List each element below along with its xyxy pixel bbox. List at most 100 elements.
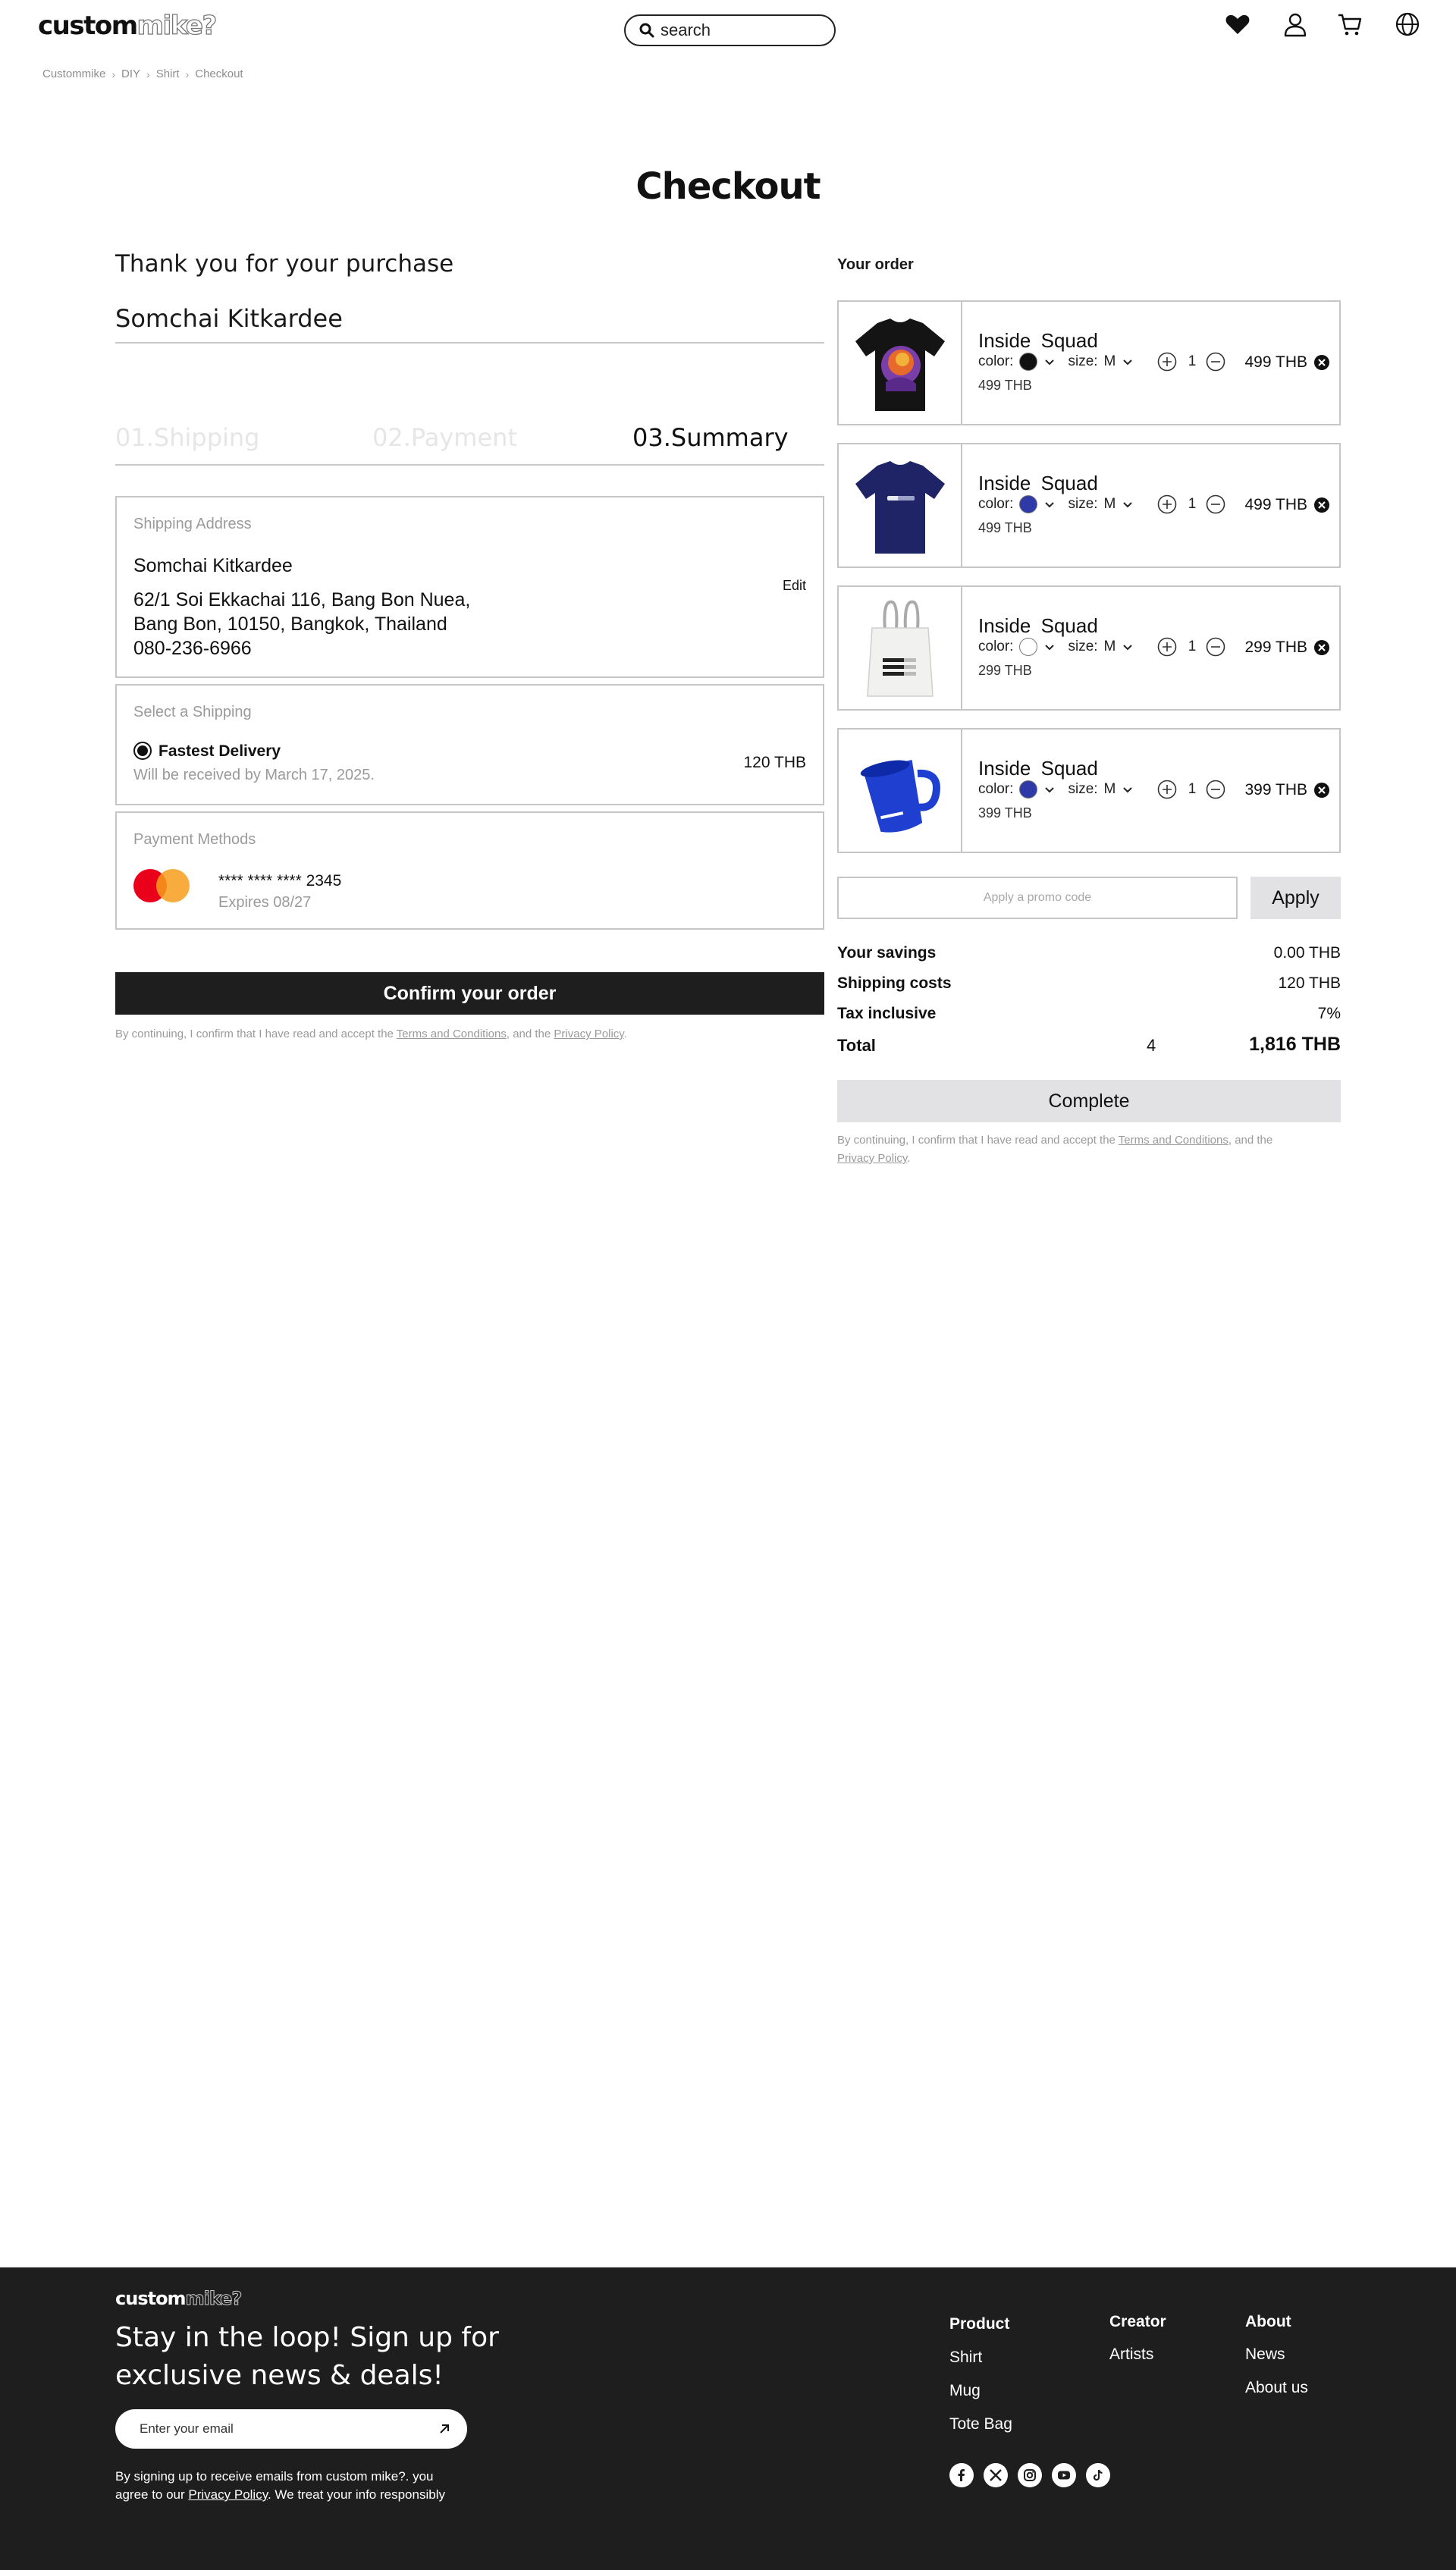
size-label: size: <box>1068 353 1098 369</box>
logo[interactable]: custommike? <box>38 10 218 41</box>
breadcrumb-item-current: Checkout <box>195 67 243 80</box>
quantity-value: 1 <box>1188 353 1197 369</box>
apply-promo-button[interactable]: Apply <box>1250 877 1341 919</box>
remove-item-icon[interactable] <box>1313 354 1330 371</box>
plus-icon[interactable] <box>1157 494 1177 514</box>
x-icon[interactable] <box>984 2463 1008 2487</box>
shipping-radio[interactable] <box>133 742 152 760</box>
tiktok-icon[interactable] <box>1086 2463 1110 2487</box>
summary-label: Your savings <box>837 944 937 962</box>
quantity-value: 1 <box>1188 639 1197 654</box>
step-summary[interactable]: 03.Summary <box>632 423 789 452</box>
quantity-value: 1 <box>1188 496 1197 512</box>
chevron-down-icon[interactable] <box>1043 498 1056 510</box>
chevron-down-icon[interactable] <box>1043 356 1056 368</box>
terms-link[interactable]: Terms and Conditions <box>397 1028 507 1040</box>
breadcrumb-item[interactable]: DIY <box>121 67 140 80</box>
footer-link-tote-bag[interactable]: Tote Bag <box>949 2415 1012 2433</box>
privacy-link[interactable]: Privacy Policy <box>837 1152 907 1165</box>
user-icon[interactable] <box>1282 11 1309 38</box>
complete-button[interactable]: Complete <box>837 1080 1341 1122</box>
minus-icon[interactable] <box>1206 494 1225 514</box>
shipping-option-label[interactable]: Fastest Delivery <box>158 742 281 761</box>
minus-icon[interactable] <box>1206 637 1225 657</box>
page-title: Checkout <box>635 165 821 208</box>
email-field[interactable] <box>140 2421 413 2437</box>
globe-icon[interactable] <box>1394 11 1421 38</box>
size-value[interactable]: M <box>1104 781 1116 798</box>
color-swatch[interactable] <box>1019 353 1038 371</box>
footer-link-shirt[interactable]: Shirt <box>949 2349 982 2367</box>
breadcrumb-item[interactable]: Custommike <box>42 67 105 80</box>
item-options: color: size: M <box>978 352 1134 372</box>
privacy-link[interactable]: Privacy Policy <box>188 2487 268 2502</box>
youtube-icon[interactable] <box>1052 2463 1076 2487</box>
footer-link-about-us[interactable]: About us <box>1245 2379 1308 2397</box>
arrow-up-right-icon[interactable] <box>437 2421 452 2437</box>
color-swatch[interactable] <box>1019 780 1038 799</box>
newsletter-form <box>115 2409 467 2449</box>
mastercard-icon <box>133 869 191 902</box>
minus-icon[interactable] <box>1206 352 1225 372</box>
navy-tshirt-image <box>855 460 945 554</box>
cart-icon[interactable] <box>1336 11 1363 38</box>
size-value[interactable]: M <box>1104 639 1116 655</box>
line-total: 499 THB <box>1244 353 1308 371</box>
item-options: color: size: M <box>978 494 1134 514</box>
search-input[interactable]: search <box>661 20 711 40</box>
color-swatch[interactable] <box>1019 495 1038 513</box>
item-title: Inside Squad <box>978 757 1098 780</box>
remove-item-icon[interactable] <box>1313 639 1330 656</box>
terms-link[interactable]: Terms and Conditions <box>1119 1134 1228 1147</box>
size-value[interactable]: M <box>1104 496 1116 513</box>
remove-item-icon[interactable] <box>1313 782 1330 799</box>
item-title: Inside Squad <box>978 472 1098 494</box>
consent-middle: , and the <box>506 1028 554 1040</box>
color-label: color: <box>978 353 1014 369</box>
search-bar[interactable]: search <box>624 14 836 46</box>
breadcrumb-item[interactable]: Shirt <box>156 67 180 80</box>
chevron-down-icon[interactable] <box>1122 641 1134 653</box>
footer-logo[interactable]: custommike? <box>115 2288 243 2310</box>
step-shipping[interactable]: 01.Shipping <box>115 423 259 452</box>
product-thumbnail[interactable] <box>839 730 962 852</box>
confirm-order-button[interactable]: Confirm your order <box>115 972 824 1015</box>
card-label: Select a Shipping <box>133 704 252 720</box>
product-thumbnail[interactable] <box>839 302 962 424</box>
shipping-address-card: Shipping Address Somchai Kitkardee 62/1 … <box>115 496 824 678</box>
promo-code-input[interactable] <box>837 877 1238 919</box>
footer-link-mug[interactable]: Mug <box>949 2382 981 2400</box>
remove-item-icon[interactable] <box>1313 497 1330 513</box>
facebook-icon[interactable] <box>949 2463 974 2487</box>
size-value[interactable]: M <box>1104 353 1116 370</box>
card-label: Payment Methods <box>133 831 256 848</box>
size-label: size: <box>1068 639 1098 654</box>
edit-address-button[interactable]: Edit <box>783 578 806 594</box>
consent-text: By continuing, I confirm that I have rea… <box>115 1025 824 1043</box>
footer-link-artists[interactable]: Artists <box>1109 2346 1153 2364</box>
color-swatch[interactable] <box>1019 638 1038 656</box>
chevron-down-icon[interactable] <box>1122 783 1134 795</box>
size-label: size: <box>1068 781 1098 797</box>
chevron-down-icon[interactable] <box>1122 356 1134 368</box>
plus-icon[interactable] <box>1157 637 1177 657</box>
order-item: Inside Squad color: size: M 1 299 THB 29… <box>837 585 1341 711</box>
instagram-icon[interactable] <box>1018 2463 1042 2487</box>
shipping-note: Will be received by March 17, 2025. <box>133 767 375 783</box>
privacy-link[interactable]: Privacy Policy <box>554 1028 623 1040</box>
step-payment[interactable]: 02.Payment <box>372 423 517 452</box>
product-thumbnail[interactable] <box>839 587 962 709</box>
chevron-down-icon[interactable] <box>1122 498 1134 510</box>
footer-link-news[interactable]: News <box>1245 2346 1285 2364</box>
chevron-down-icon[interactable] <box>1043 783 1056 795</box>
shipping-price: 120 THB <box>743 754 807 771</box>
breadcrumb-chevron-icon: › <box>185 67 190 80</box>
plus-icon[interactable] <box>1157 352 1177 372</box>
minus-icon[interactable] <box>1206 780 1225 799</box>
plus-icon[interactable] <box>1157 780 1177 799</box>
heart-icon[interactable] <box>1224 11 1251 38</box>
product-thumbnail[interactable] <box>839 444 962 566</box>
logo-text-mike: mike? <box>185 2288 243 2310</box>
chevron-down-icon[interactable] <box>1043 641 1056 653</box>
card-label: Shipping Address <box>133 516 252 532</box>
